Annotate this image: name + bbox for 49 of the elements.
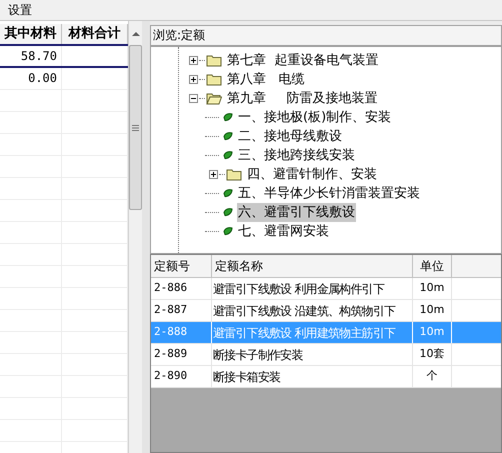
table-cell: 58.70 <box>0 46 62 66</box>
expand-icon[interactable] <box>209 170 218 179</box>
column-header[interactable]: 定额号 <box>151 255 212 277</box>
tree-item[interactable]: 第八章 电缆 <box>226 70 306 90</box>
folder-icon <box>206 73 222 86</box>
table-cell: 2-888 <box>151 322 212 343</box>
expand-icon[interactable] <box>189 75 198 84</box>
folder-icon <box>206 54 222 67</box>
table-cell: 2-886 <box>151 278 212 299</box>
table-cell: 10m <box>413 322 452 343</box>
table-row[interactable]: 2-887 避雷引下线敷设 沿建筑、构筑物引下 10m <box>151 300 501 322</box>
table-cell: 避雷引下线敷设 沿建筑、构筑物引下 <box>212 300 413 321</box>
menu-item[interactable]: 设置 <box>8 1 32 19</box>
expand-icon[interactable] <box>189 56 198 65</box>
table-cell: 2-887 <box>151 300 212 321</box>
collapse-icon[interactable] <box>189 94 198 103</box>
table-cell: 10m <box>413 300 452 321</box>
folder-icon <box>226 168 242 181</box>
scrollbar-thumb[interactable] <box>129 45 142 210</box>
grip-icon <box>132 124 139 130</box>
tree-item[interactable]: 六、避雷引下线敷设 <box>237 202 356 222</box>
open-folder-icon <box>206 92 222 105</box>
table-row[interactable]: 2-890 断接卡箱安装 个 <box>151 366 501 388</box>
scroll-up-icon[interactable] <box>132 31 140 37</box>
table-row[interactable]: 2-886 避雷引下线敷设 利用金属构件引下 10m <box>151 278 501 300</box>
tree-item[interactable]: 三、接地跨接线安装 <box>237 146 356 166</box>
column-header[interactable]: 定额名称 <box>212 255 413 277</box>
tree-item[interactable]: 二、接地母线敷设 <box>237 126 343 146</box>
table-cell: 2-890 <box>151 366 212 387</box>
table-row[interactable]: 2-889 断接卡子制作安装 10套 <box>151 344 501 366</box>
tree-item[interactable]: 五、半导体少长针消雷装置安装 <box>237 184 421 204</box>
tree-item[interactable]: 一、接地极(板)制作、安装 <box>237 108 392 128</box>
table-cell: 2-889 <box>151 344 212 365</box>
tree-item[interactable]: 第七章 起重设备电气装置 <box>226 50 380 70</box>
table-cell: 0.00 <box>0 68 62 88</box>
tree-item[interactable]: 七、避雷网安装 <box>237 222 330 242</box>
column-header[interactable]: 单位 <box>413 255 452 277</box>
table-cell: 10套 <box>413 344 452 365</box>
table-cell: 断接卡子制作安装 <box>212 344 413 365</box>
table-cell: 10m <box>413 278 452 299</box>
scrollbar[interactable] <box>128 21 142 453</box>
table-cell: 个 <box>413 366 452 387</box>
table-cell: 避雷引下线敷设 利用金属构件引下 <box>212 278 413 299</box>
tree-item[interactable]: 四、避雷针制作、安装 <box>246 164 378 184</box>
table-cell: 断接卡箱安装 <box>212 366 413 387</box>
column-header[interactable]: 其中材料 <box>0 24 62 44</box>
tree-item[interactable]: 第九章 防雷及接地装置 <box>226 88 379 108</box>
browse-label: 浏览:定额 <box>150 25 502 46</box>
table-cell: 避雷引下线敷设 利用建筑物主筋引下 <box>212 322 413 343</box>
